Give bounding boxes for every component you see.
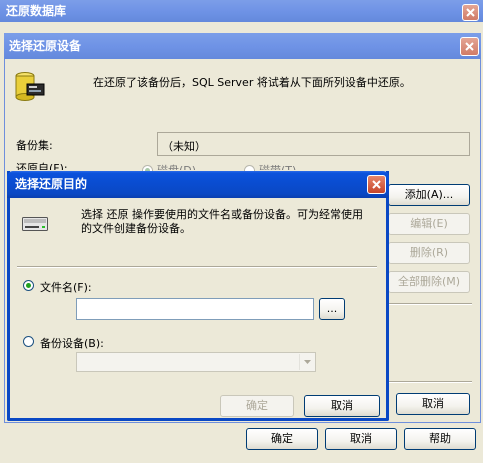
dropdown-arrow[interactable] <box>299 354 314 370</box>
device-divider <box>384 303 472 305</box>
select-destination-close-button[interactable] <box>367 175 386 194</box>
database-icon <box>15 72 45 101</box>
delete-all-button[interactable]: 全部删除(M) <box>388 271 470 293</box>
select-device-cancel-button[interactable]: 取消 <box>396 393 470 415</box>
outer-help-button[interactable]: 帮助 <box>404 428 476 450</box>
tape-drive-icon <box>22 217 48 231</box>
destination-cancel-button[interactable]: 取消 <box>304 395 380 417</box>
close-icon <box>465 42 474 51</box>
backup-set-value: （未知） <box>162 140 206 153</box>
close-icon <box>466 8 475 17</box>
edit-button[interactable]: 编辑(E) <box>388 213 470 235</box>
outer-close-button[interactable] <box>462 4 479 21</box>
select-device-info-text: 在还原了该备份后，SQL Server 将试着从下面所列设备中还原。 <box>93 76 411 89</box>
backup-device-select[interactable] <box>76 352 316 372</box>
browse-button[interactable]: ... <box>319 298 345 320</box>
chevron-down-icon <box>303 360 311 364</box>
tape-radio-label: 磁带(T) <box>259 164 296 170</box>
disk-radio-label: 磁盘(D) <box>157 164 196 170</box>
select-destination-titlebar: 选择还原目的 <box>7 171 389 198</box>
destination-divider <box>17 266 377 268</box>
add-button[interactable]: 添加(A)... <box>388 184 470 206</box>
select-device-title: 选择还原设备 <box>9 39 82 53</box>
backup-set-label: 备份集: <box>16 139 53 152</box>
close-icon <box>372 180 381 189</box>
select-device-titlebar: 选择还原设备 <box>4 33 481 59</box>
select-destination-title: 选择还原目的 <box>15 177 88 191</box>
select-device-close-button[interactable] <box>460 37 479 56</box>
outer-title: 还原数据库 <box>6 4 67 18</box>
file-name-radio[interactable] <box>23 280 34 291</box>
select-destination-info-text: 选择 还原 操作要使用的文件名或备份设备。可为经常使用的文件创建备份设备。 <box>81 208 363 235</box>
device-divider-bottom <box>384 381 472 383</box>
file-name-label: 文件名(F): <box>40 281 92 294</box>
delete-button[interactable]: 删除(R) <box>388 242 470 264</box>
backup-device-label: 备份设备(B): <box>40 337 104 350</box>
backup-device-radio[interactable] <box>23 336 34 347</box>
outer-ok-button[interactable]: 确定 <box>246 428 318 450</box>
outer-cancel-button[interactable]: 取消 <box>325 428 397 450</box>
backup-set-value-box: （未知） <box>157 132 470 156</box>
outer-titlebar: 还原数据库 <box>0 0 483 22</box>
restore-from-label: 还原自(F): <box>16 162 68 170</box>
file-name-input[interactable] <box>76 298 314 320</box>
destination-ok-button[interactable]: 确定 <box>220 395 294 417</box>
